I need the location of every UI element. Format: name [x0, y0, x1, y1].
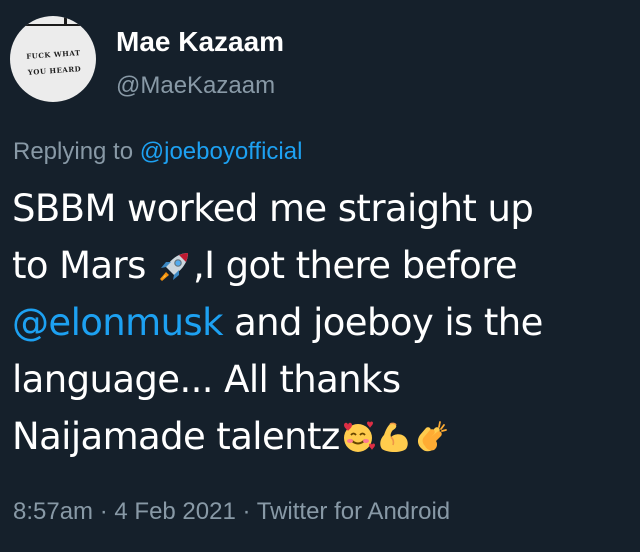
- display-name[interactable]: Mae Kazaam: [116, 24, 284, 60]
- tweet-text-segment: Naijamade talentz: [12, 415, 340, 458]
- rocket-emoji: [157, 243, 193, 281]
- avatar-image-lettering: FUCK WHAT YOU HEARD: [25, 48, 82, 77]
- avatar-frame-graphic: [10, 16, 96, 26]
- tweet-text-segment: and joeboy is the: [222, 301, 543, 344]
- smiling-face-with-hearts-emoji: [340, 414, 376, 452]
- tweet-text-line: SBBM worked me straight up: [12, 187, 534, 230]
- replying-to-label: Replying to: [13, 138, 140, 165]
- replying-to-line: Replying to @joeboyofficial: [13, 136, 302, 168]
- avatar[interactable]: FUCK WHAT YOU HEARD: [10, 16, 96, 102]
- tweet-metadata: 8:57am · 4 Feb 2021 · Twitter for Androi…: [13, 494, 450, 530]
- tweet-date[interactable]: 4 Feb 2021: [114, 498, 235, 525]
- tweet-card: FUCK WHAT YOU HEARD Mae Kazaam @MaeKazaa…: [0, 0, 640, 552]
- tweet-time[interactable]: 8:57am: [13, 498, 93, 525]
- tweet-text-line: Naijamade talentz: [12, 408, 636, 465]
- tweet-text-line: language... All thanks: [12, 358, 401, 401]
- clapping-hands-emoji: [412, 414, 448, 452]
- tweet-text-line: @elonmusk and joeboy is the: [12, 294, 636, 351]
- meta-separator: ·: [93, 498, 115, 525]
- tweet-text: SBBM worked me straight up to Mars ,I go…: [12, 180, 636, 465]
- user-handle[interactable]: @MaeKazaam: [116, 70, 275, 102]
- elonmusk-mention-link[interactable]: @elonmusk: [12, 301, 224, 344]
- tweet-text-line: to Mars ,I got there before: [12, 237, 636, 294]
- tweet-text-segment: to Mars: [12, 244, 157, 287]
- tweet-source: Twitter for Android: [256, 498, 451, 525]
- meta-separator: ·: [235, 498, 257, 525]
- tweet-text-segment: ,I got there before: [192, 244, 518, 287]
- reply-mention-link[interactable]: @joeboyofficial: [140, 138, 303, 165]
- flexed-biceps-emoji: [376, 414, 412, 452]
